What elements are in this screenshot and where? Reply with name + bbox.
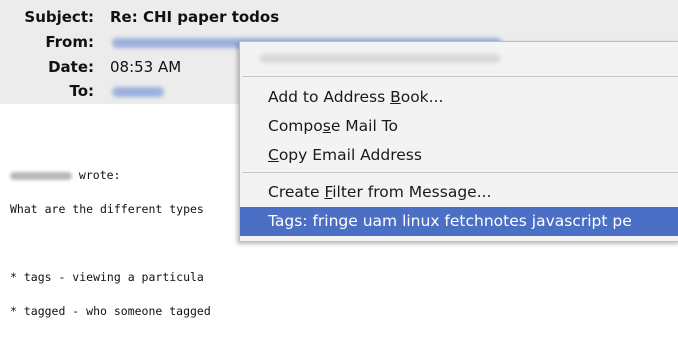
compose-mail-to-item[interactable]: Compose Mail To [240,112,678,141]
copy-email-address-item[interactable]: Copy Email Address [240,141,678,170]
to-address-link[interactable] [112,80,164,102]
body-line: What are the different types [10,202,204,216]
create-filter-item[interactable]: Create Filter from Message... [240,178,678,207]
body-line: * tags - viewing a particula [10,270,204,284]
tags-item[interactable]: Tags: fringe uam linux fetchnotes javasc… [240,207,678,236]
body-line: * tagged - who someone tagged [10,304,211,318]
to-label: To: [69,82,94,100]
quote-attribution: wrote: [10,167,211,184]
menu-separator [242,172,678,173]
menu-separator [242,76,678,77]
redacted-name [10,171,72,180]
subject-label: Subject: [24,8,94,26]
add-to-address-book-item[interactable]: Add to Address Book... [240,83,678,112]
date-value: 08:53 AM [110,58,182,76]
message-body: wrote: What are the different types * ta… [10,150,211,337]
from-label: From: [45,33,94,51]
subject-row: Subject: Re: CHI paper todos [0,6,678,28]
date-label: Date: [48,58,94,76]
context-menu: Add to Address Book... Compose Mail To C… [239,41,678,242]
redacted-email-item [260,54,500,63]
subject-value: Re: CHI paper todos [110,8,280,26]
